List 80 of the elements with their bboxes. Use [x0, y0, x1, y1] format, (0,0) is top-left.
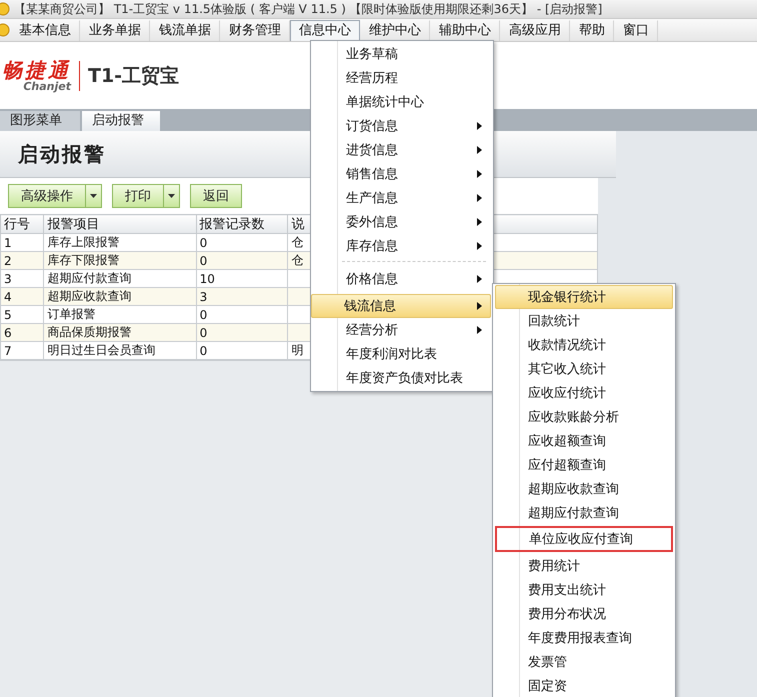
menu-option[interactable]: 应收款账龄分析: [495, 405, 673, 429]
table-cell: 3: [0, 270, 44, 288]
menu-option[interactable]: 发票管: [495, 650, 673, 674]
menu-option[interactable]: 单据统计中心: [313, 90, 491, 114]
menu-option[interactable]: 经营分析: [313, 318, 491, 342]
tab[interactable]: 图形菜单: [0, 111, 80, 131]
dropdown-caret-icon[interactable]: [86, 184, 102, 208]
table-cell: 商品保质期报警: [44, 324, 196, 342]
table-cell: 超期应收款查询: [44, 288, 196, 306]
toolbar-button[interactable]: 打印: [112, 184, 164, 208]
menu-item[interactable]: 基本信息: [10, 20, 80, 40]
app-icon[interactable]: [0, 23, 10, 37]
menu-option[interactable]: 进货信息: [313, 138, 491, 162]
table-cell: 库存下限报警: [44, 252, 196, 270]
table-cell: 2: [0, 252, 44, 270]
page-title: 启动报警: [18, 140, 106, 168]
menu-option[interactable]: 回款统计: [495, 309, 673, 333]
menu-option[interactable]: 单位应收应付查询: [495, 526, 673, 552]
menu-item[interactable]: 帮助: [570, 20, 614, 40]
dropdown-caret-icon[interactable]: [164, 184, 180, 208]
menu-option[interactable]: 现金银行统计: [495, 285, 673, 309]
menu-option[interactable]: 钱流信息: [311, 294, 491, 318]
menu-option[interactable]: 固定资: [495, 674, 673, 697]
table-cell: 6: [0, 324, 44, 342]
column-header: 行号: [0, 214, 44, 234]
menu-option[interactable]: 费用统计: [495, 554, 673, 578]
submenu-arrow-icon: [477, 194, 482, 202]
product-name: T1-工贸宝: [88, 64, 180, 88]
menu-option[interactable]: 应收超额查询: [495, 429, 673, 453]
menu-item[interactable]: 业务单据: [80, 20, 150, 40]
table-cell: 0: [196, 324, 288, 342]
menu-option[interactable]: 应收应付统计: [495, 381, 673, 405]
toolbar-button[interactable]: 返回: [190, 184, 242, 208]
menu-option[interactable]: 应付超额查询: [495, 453, 673, 477]
column-header: 报警记录数: [196, 214, 288, 234]
table-cell: 4: [0, 288, 44, 306]
submenu-arrow-icon: [477, 170, 482, 178]
submenu-arrow-icon: [477, 302, 482, 310]
brand-name: 畅捷通: [2, 58, 71, 80]
menu-item[interactable]: 钱流单据: [150, 20, 220, 40]
app-icon: [0, 2, 10, 16]
menu-option[interactable]: 订货信息: [313, 114, 491, 138]
tab[interactable]: 启动报警: [82, 111, 160, 131]
table-cell: 0: [196, 252, 288, 270]
menu-option[interactable]: 年度资产负债对比表: [313, 366, 491, 390]
menu-option[interactable]: 经营历程: [313, 66, 491, 90]
menu-option[interactable]: 销售信息: [313, 162, 491, 186]
menu-option[interactable]: 超期应付款查询: [495, 501, 673, 525]
submenu-arrow-icon: [477, 146, 482, 154]
menu-item[interactable]: 高级应用: [500, 20, 570, 40]
submenu-arrow-icon: [477, 275, 482, 283]
table-cell: 订单报警: [44, 306, 196, 324]
window-title: 【某某商贸公司】 T1-工贸宝 v 11.5体验版 ( 客户端 V 11.5 ) 【限时体验版使用期限还剩36天】 - [启动报警]: [14, 0, 602, 18]
submenu-arrow-icon: [477, 122, 482, 130]
menu-option[interactable]: 业务草稿: [313, 42, 491, 66]
submenu-arrow-icon: [477, 242, 482, 250]
menu-option[interactable]: 费用支出统计: [495, 578, 673, 602]
menu-option[interactable]: 费用分布状况: [495, 602, 673, 626]
table-cell: 5: [0, 306, 44, 324]
table-cell: 0: [196, 342, 288, 360]
table-cell: 0: [196, 234, 288, 252]
table-cell: 1: [0, 234, 44, 252]
menu-option[interactable]: 年度费用报表查询: [495, 626, 673, 650]
table-cell: 3: [196, 288, 288, 306]
menu-option[interactable]: 生产信息: [313, 186, 491, 210]
table-cell: 超期应付款查询: [44, 270, 196, 288]
table-cell: 0: [196, 306, 288, 324]
table-cell: 7: [0, 342, 44, 360]
submenu-arrow-icon: [477, 218, 482, 226]
submenu-arrow-icon: [477, 326, 482, 334]
table-cell: 10: [196, 270, 288, 288]
menu-option[interactable]: 其它收入统计: [495, 357, 673, 381]
toolbar-button[interactable]: 高级操作: [8, 184, 86, 208]
table-cell: 库存上限报警: [44, 234, 196, 252]
menu-item[interactable]: 信息中心: [290, 20, 360, 40]
column-header: 报警项目: [44, 214, 196, 234]
brand-subtitle: Chanjet: [23, 80, 71, 92]
table-cell: 明日过生日会员查询: [44, 342, 196, 360]
menu-item[interactable]: 窗口: [614, 20, 658, 40]
menu-option[interactable]: 超期应收款查询: [495, 477, 673, 501]
